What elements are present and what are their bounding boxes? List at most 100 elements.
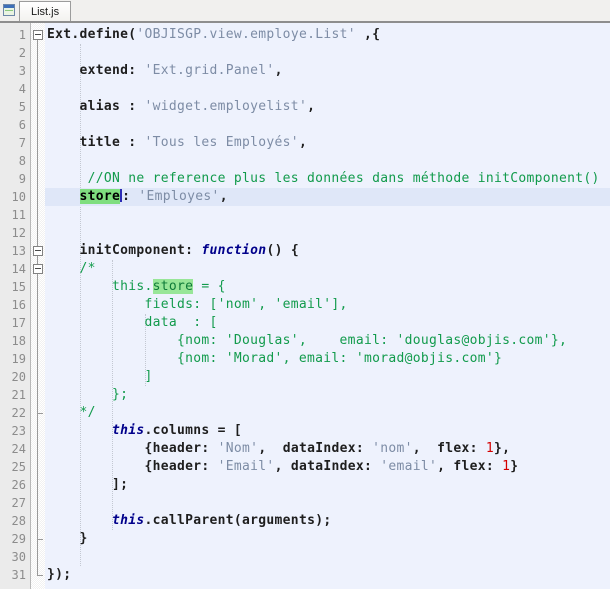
code-line-14[interactable]: /* [45, 260, 610, 278]
code-line-22[interactable]: */ [45, 404, 610, 422]
code-token: 'Ext.grid.Panel' [144, 63, 275, 78]
code-token: ,{ [355, 27, 381, 42]
code-token: } [47, 531, 88, 546]
line-number: 10 [11, 190, 26, 204]
code-token: 'OBJISGP.view.employe.List' [136, 27, 356, 42]
code-token: 'Nom' [217, 441, 259, 456]
code-line-19[interactable]: {nom: 'Morad', email: 'morad@objis.com'} [45, 350, 610, 368]
code-line-17[interactable]: data : [ [45, 314, 610, 332]
code-token: : [122, 189, 139, 204]
code-token: .columns = [ [144, 423, 243, 438]
code-line-20[interactable]: ] [45, 368, 610, 386]
code-line-5[interactable]: alias : 'widget.employelist', [45, 98, 610, 116]
code-line-8[interactable] [45, 152, 610, 170]
line-number: 25 [11, 460, 26, 474]
code-area[interactable]: Ext.define('OBJISGP.view.employe.List' ,… [45, 23, 610, 589]
line-number: 16 [11, 298, 26, 312]
code-line-30[interactable] [45, 548, 610, 566]
code-line-2[interactable] [45, 44, 610, 62]
line-number: 8 [18, 154, 26, 168]
code-token: data : [ [47, 315, 218, 330]
code-token: .callParent(arguments); [144, 513, 332, 528]
code-line-23[interactable]: this.columns = [ [45, 422, 610, 440]
code-line-21[interactable]: }; [45, 386, 610, 404]
tab-label: List.js [31, 5, 60, 18]
fold-toggle[interactable] [33, 264, 43, 274]
code-line-4[interactable] [45, 80, 610, 98]
fold-toggle[interactable] [33, 30, 43, 40]
code-token: } [510, 459, 519, 474]
line-number: 9 [18, 172, 26, 186]
code-line-11[interactable] [45, 206, 610, 224]
code-token: {nom: 'Morad', email: 'morad@objis.com'} [47, 351, 503, 366]
code-token: , [274, 63, 283, 78]
code-line-31[interactable]: }); [45, 566, 610, 584]
code-line-15[interactable]: this.store = { [45, 278, 610, 296]
fold-margin [31, 23, 45, 589]
code-line-1[interactable]: Ext.define('OBJISGP.view.employe.List' ,… [45, 26, 610, 44]
code-line-7[interactable]: title : 'Tous les Employés', [45, 134, 610, 152]
line-number: 26 [11, 478, 26, 492]
line-number: 23 [11, 424, 26, 438]
code-token: , flex: [437, 459, 503, 474]
line-number: 11 [11, 208, 26, 222]
code-token: }, [494, 441, 511, 456]
code-token: , [307, 99, 316, 114]
code-token: 'Email' [217, 459, 275, 474]
line-number: 6 [18, 118, 26, 132]
code-token: }; [47, 387, 129, 402]
code-line-29[interactable]: } [45, 530, 610, 548]
line-number: 24 [11, 442, 26, 456]
code-line-9[interactable]: //ON ne reference plus les données dans … [45, 170, 610, 188]
code-line-16[interactable]: fields: ['nom', 'email'], [45, 296, 610, 314]
code-token: {header: [47, 459, 218, 474]
code-line-12[interactable] [45, 224, 610, 242]
line-number-gutter: 1 2 3 4 5 6 7 8 9 10 11 12 13 14 15 16 17 18 19 20 21 22 23 24 2… [0, 23, 31, 589]
code-token: {nom: 'Douglas', email: 'douglas@objis.c… [47, 333, 568, 348]
code-token: this [112, 513, 145, 528]
code-line-18[interactable]: {nom: 'Douglas', email: 'douglas@objis.c… [45, 332, 610, 350]
code-token: , dataIndex: [274, 459, 381, 474]
code-token: initComponent: [47, 243, 202, 258]
code-line-3[interactable]: extend: 'Ext.grid.Panel', [45, 62, 610, 80]
code-line-27[interactable] [45, 494, 610, 512]
code-line-24[interactable]: {header: 'Nom', dataIndex: 'nom', flex: … [45, 440, 610, 458]
line-number: 4 [18, 82, 26, 96]
code-token: title : [47, 135, 145, 150]
code-line-26[interactable]: ]; [45, 476, 610, 494]
fold-scope-line [37, 35, 38, 575]
tab-listjs[interactable]: List.js [19, 1, 72, 21]
fold-toggle[interactable] [33, 246, 43, 256]
code-token: //ON ne reference plus les données dans … [47, 171, 600, 186]
line-number: 13 [11, 244, 26, 258]
code-token: , flex: [412, 441, 486, 456]
line-number: 21 [11, 388, 26, 402]
code-token: , dataIndex: [258, 441, 373, 456]
line-number: 5 [18, 100, 26, 114]
tab-bar: List.js [0, 0, 610, 21]
line-number: 2 [18, 46, 26, 60]
code-line-28[interactable]: this.callParent(arguments); [45, 512, 610, 530]
code-line-6[interactable] [45, 116, 610, 134]
code-token: 'Employes' [138, 189, 220, 204]
code-token: {header: [47, 441, 218, 456]
code-token: 1 [485, 441, 495, 456]
line-number: 18 [11, 334, 26, 348]
code-line-13[interactable]: initComponent: function() { [45, 242, 610, 260]
line-number: 30 [11, 550, 26, 564]
code-token: 'email' [380, 459, 438, 474]
line-number: 12 [11, 226, 26, 240]
code-token: this [112, 423, 145, 438]
code-line-10[interactable]: store: 'Employes', [45, 188, 610, 206]
code-token: , [219, 189, 228, 204]
line-number: 29 [11, 532, 26, 546]
code-token: = { [193, 279, 226, 294]
code-token: ] [47, 369, 153, 384]
code-token: () { [266, 243, 299, 258]
line-number: 22 [11, 406, 26, 420]
code-line-25[interactable]: {header: 'Email', dataIndex: 'email', fl… [45, 458, 610, 476]
code-token: Ext.define( [47, 27, 137, 42]
